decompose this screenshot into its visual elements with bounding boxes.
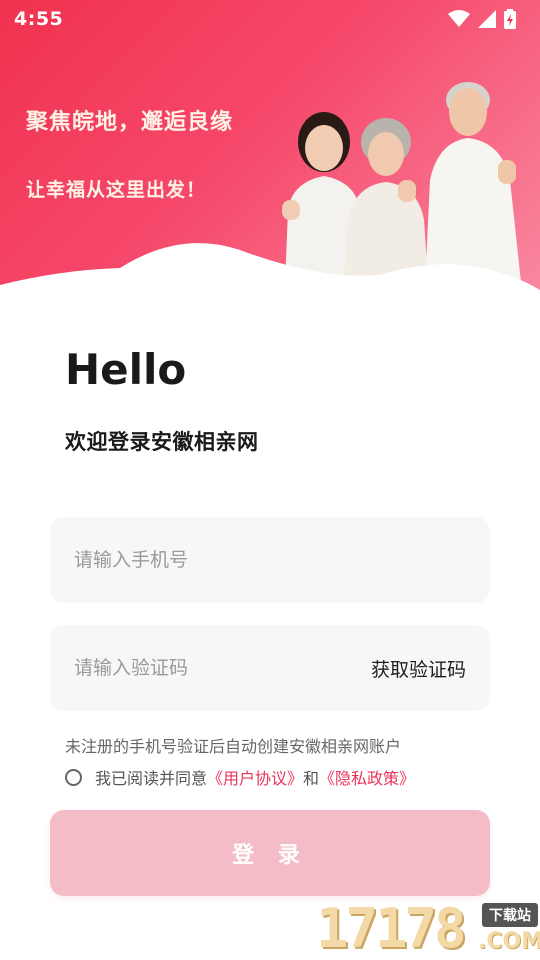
watermark-number: 17178 — [316, 897, 467, 960]
status-bar: 4:55 — [0, 0, 540, 38]
agreement-conjunction: 和 — [303, 769, 320, 788]
watermark-tag: 下载站 — [482, 903, 538, 927]
signal-icon — [478, 10, 496, 28]
wave-divider — [0, 243, 540, 310]
header-banner: 4:55 聚焦皖地，邂逅良缘 让幸福从这里出发！ — [0, 0, 540, 310]
banner-slogan-sub: 让幸福从这里出发！ — [26, 179, 207, 201]
wifi-icon — [448, 10, 470, 27]
welcome-subtitle: 欢迎登录安徽相亲网 — [65, 430, 259, 454]
user-agreement-link[interactable]: 《用户协议》 — [207, 765, 303, 789]
verification-code-input[interactable] — [74, 657, 371, 679]
privacy-policy-link[interactable]: 《隐私政策》 — [319, 765, 415, 789]
registration-notice: 未注册的手机号验证后自动创建安徽相亲网账户 — [65, 737, 402, 756]
get-code-button[interactable]: 获取验证码 — [371, 655, 466, 682]
verification-code-field[interactable]: 获取验证码 — [50, 625, 490, 711]
battery-charging-icon — [504, 9, 516, 29]
watermark-domain: .COM — [478, 929, 540, 954]
banner-slogan-main: 聚焦皖地，邂逅良缘 — [26, 110, 234, 135]
phone-field[interactable] — [50, 517, 490, 603]
status-icons — [448, 9, 516, 29]
login-screen: 4:55 聚焦皖地，邂逅良缘 让幸福从这里出发！ Hello 欢迎登录安徽相亲网 — [0, 0, 540, 960]
agreement-radio[interactable] — [65, 768, 82, 786]
status-time: 4:55 — [14, 8, 64, 30]
agreement-row: 我已阅读并同意 《用户协议》 和 《隐私政策》 — [65, 765, 415, 789]
site-watermark: 17178 下载站 .COM — [316, 895, 540, 960]
agreement-prefix: 我已阅读并同意 — [95, 769, 208, 788]
greeting-title: Hello — [65, 345, 187, 394]
phone-input[interactable] — [74, 549, 466, 571]
login-button[interactable]: 登 录 — [50, 810, 490, 896]
